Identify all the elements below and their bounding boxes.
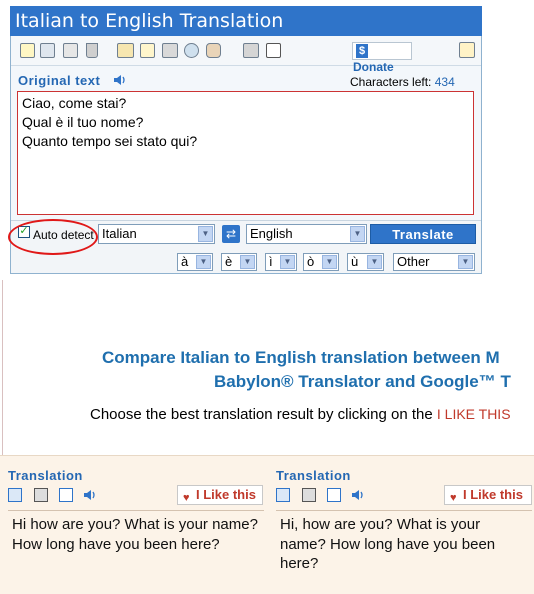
accent-e-label: è <box>225 254 233 269</box>
divider <box>276 510 532 511</box>
highlight-oval <box>8 219 98 255</box>
target-language-value: English <box>250 226 293 241</box>
result-1-text: Hi how are you? What is your name? How l… <box>12 516 258 553</box>
translate-button[interactable]: Translate <box>370 224 476 244</box>
accent-u-label: ù <box>351 254 359 269</box>
dollar-icon: $ <box>356 44 368 58</box>
chevron-down-icon: ▼ <box>367 255 382 269</box>
result-2-title: Translation <box>276 468 351 483</box>
swap-languages-button[interactable]: ⇄ <box>222 225 240 243</box>
accent-e-select[interactable]: è ▼ <box>221 253 257 271</box>
accent-o-label: ò <box>307 254 315 269</box>
target-language-select[interactable]: English ▼ <box>246 224 367 244</box>
open-icon[interactable] <box>40 43 55 58</box>
copy-icon[interactable] <box>276 488 290 502</box>
speaker-icon[interactable] <box>113 73 127 87</box>
original-text-label: Original text <box>18 73 101 88</box>
speaker-icon[interactable] <box>351 488 365 502</box>
source-language-value: Italian <box>102 226 137 241</box>
speak-icon[interactable] <box>206 43 221 58</box>
like-icon: ♥ <box>183 492 190 504</box>
chevron-down-icon: ▼ <box>198 226 213 242</box>
divider <box>8 510 264 511</box>
source-language-select[interactable]: Italian ▼ <box>98 224 215 244</box>
compare-heading-line1: Compare Italian to English translation b… <box>102 348 500 367</box>
accent-i-label: ì <box>269 254 273 269</box>
characters-left-value: 434 <box>434 75 455 89</box>
print-icon[interactable] <box>34 488 48 502</box>
chevron-down-icon: ▼ <box>240 255 255 269</box>
accent-a-select[interactable]: à ▼ <box>177 253 213 271</box>
chevron-down-icon: ▼ <box>322 255 337 269</box>
copy-icon[interactable] <box>8 488 22 502</box>
print-icon[interactable] <box>243 43 259 58</box>
tools-icon[interactable] <box>184 43 199 58</box>
chevron-down-icon: ▼ <box>458 255 473 269</box>
accent-other-select[interactable]: Other ▼ <box>393 253 475 271</box>
result-2-text: Hi, how are you? What is your name? How … <box>280 516 496 572</box>
dictionary-icon[interactable] <box>117 43 134 58</box>
print-icon[interactable] <box>302 488 316 502</box>
new-document-icon[interactable] <box>20 43 35 58</box>
source-text-input[interactable]: Ciao, come stai? Qual è il tuo nome? Qua… <box>17 91 474 215</box>
characters-left: Characters left: 434 <box>350 75 455 89</box>
accent-a-label: à <box>181 254 189 269</box>
accent-other-label: Other <box>397 254 430 269</box>
email-icon[interactable] <box>59 488 73 502</box>
accent-o-select[interactable]: ò ▼ <box>303 253 339 271</box>
like-label: I Like this <box>196 487 256 502</box>
characters-left-label: Characters left: <box>350 75 432 89</box>
donate-button[interactable]: $ Donate <box>352 42 412 74</box>
donate-label: Donate <box>353 60 394 74</box>
help-icon[interactable] <box>266 43 281 58</box>
accent-i-select[interactable]: ì ▼ <box>265 253 297 271</box>
speaker-icon[interactable] <box>83 488 97 502</box>
spellcheck-icon[interactable] <box>140 43 155 58</box>
choose-text: Choose the best translation result by cl… <box>90 406 433 423</box>
i-like-this-button[interactable]: ♥ I Like this <box>444 485 532 505</box>
choose-instruction: Choose the best translation result by cl… <box>90 406 511 423</box>
chevron-down-icon: ▼ <box>196 255 211 269</box>
keyboard-icon[interactable] <box>162 43 178 58</box>
accent-u-select[interactable]: ù ▼ <box>347 253 384 271</box>
chevron-down-icon: ▼ <box>350 226 365 242</box>
like-icon: ♥ <box>450 492 457 504</box>
result-1-title: Translation <box>8 468 83 483</box>
email-icon[interactable] <box>327 488 341 502</box>
resize-icon[interactable] <box>459 42 475 58</box>
like-label: I Like this <box>463 487 523 502</box>
delete-icon[interactable] <box>86 43 98 58</box>
chevron-down-icon: ▼ <box>280 255 295 269</box>
page-title: Italian to English Translation <box>10 6 482 36</box>
i-like-this-button[interactable]: ♥ I Like this <box>177 485 263 505</box>
cut-icon[interactable] <box>63 43 78 58</box>
choose-highlight: I LIKE THIS <box>436 406 511 422</box>
compare-heading-line2: Babylon® Translator and Google™ T <box>214 372 511 391</box>
